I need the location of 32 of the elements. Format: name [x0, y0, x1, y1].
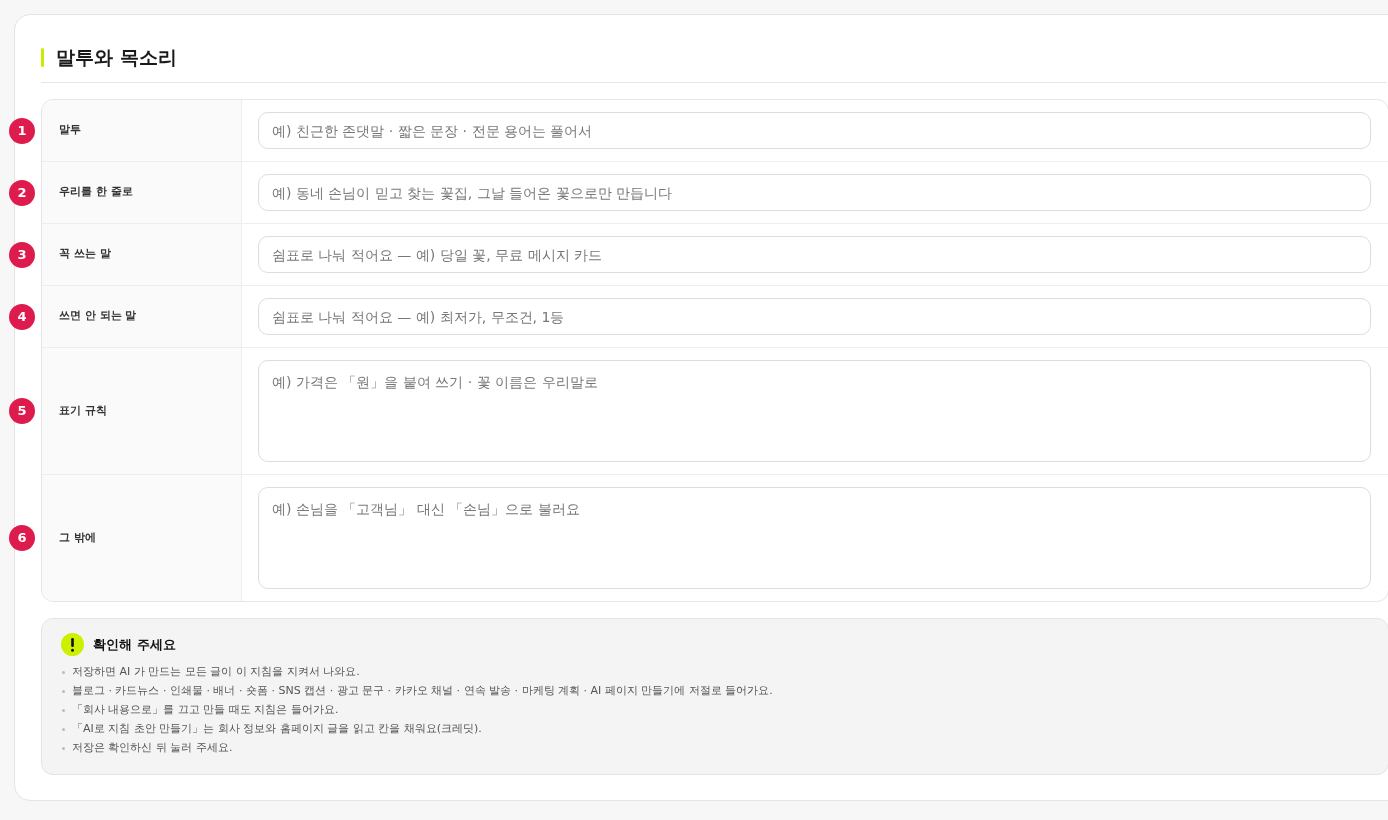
- bullet-icon: [62, 728, 65, 731]
- field-label: 쓰면 안 되는 말: [59, 308, 137, 325]
- step-number-badge: 5: [9, 398, 35, 424]
- field-label: 그 밖에: [59, 529, 96, 546]
- notice-text: 저장하면 AI 가 만드는 모든 글이 이 지침을 지켜서 나와요.: [72, 664, 360, 681]
- notice-text: 「AI로 지침 초안 만들기」는 회사 정보와 홈페이지 글을 읽고 칸을 채워요(크레딧).: [72, 721, 482, 738]
- text-input-field[interactable]: 쉼표로 나눠 적어요 — 예) 당일 꽃, 무료 메시지 카드: [258, 236, 1371, 273]
- bullet-icon: [62, 671, 65, 674]
- section-title: 말투와 목소리: [56, 45, 177, 69]
- notice-title: 확인해 주세요: [93, 635, 176, 654]
- field-label: 꼭 쓰는 말: [59, 246, 111, 263]
- notice-text: 저장은 확인하신 뒤 눌러 주세요.: [72, 740, 233, 757]
- text-input-field[interactable]: 예) 친근한 존댓말 · 짧은 문장 · 전문 용어는 풀어서: [258, 112, 1371, 149]
- step-number-badge: 3: [9, 241, 35, 268]
- notice-text: 블로그 · 카드뉴스 · 인쇄물 · 배너 · 숏폼 · SNS 캡션 · 광고 문구 · 카카오 채널 · 연속 발송 · 마케팅 계획 · AI 페이지 만들기에 저절로 들어가요.: [72, 683, 773, 700]
- accent-bar-icon: [41, 47, 44, 67]
- field-label: 말투: [59, 122, 81, 139]
- step-number-badge: 6: [9, 525, 35, 551]
- text-input-field[interactable]: 쉼표로 나눠 적어요 — 예) 최저가, 무조건, 1등: [258, 298, 1371, 335]
- text-area-field[interactable]: 예) 손님을 「고객님」 대신 「손님」으로 불러요: [258, 487, 1371, 589]
- notice-text: 「회사 내용으로」를 끄고 만들 때도 지침은 들어가요.: [72, 702, 339, 719]
- field-label: 표기 규칙: [59, 402, 107, 419]
- exclamation-icon: [61, 633, 84, 656]
- text-area-field[interactable]: 예) 가격은 「원」을 붙여 쓰기 · 꽃 이름은 우리말로: [258, 360, 1371, 462]
- step-number-badge: 2: [9, 179, 35, 206]
- bullet-icon: [62, 747, 65, 750]
- bullet-icon: [62, 690, 65, 693]
- step-number-badge: 4: [9, 303, 35, 330]
- field-label: 우리를 한 줄로: [59, 184, 133, 201]
- bullet-icon: [62, 709, 65, 712]
- text-input-field[interactable]: 예) 동네 손님이 믿고 찾는 꽃집, 그날 들어온 꽃으로만 만듭니다: [258, 174, 1371, 211]
- step-number-badge: 1: [9, 117, 35, 144]
